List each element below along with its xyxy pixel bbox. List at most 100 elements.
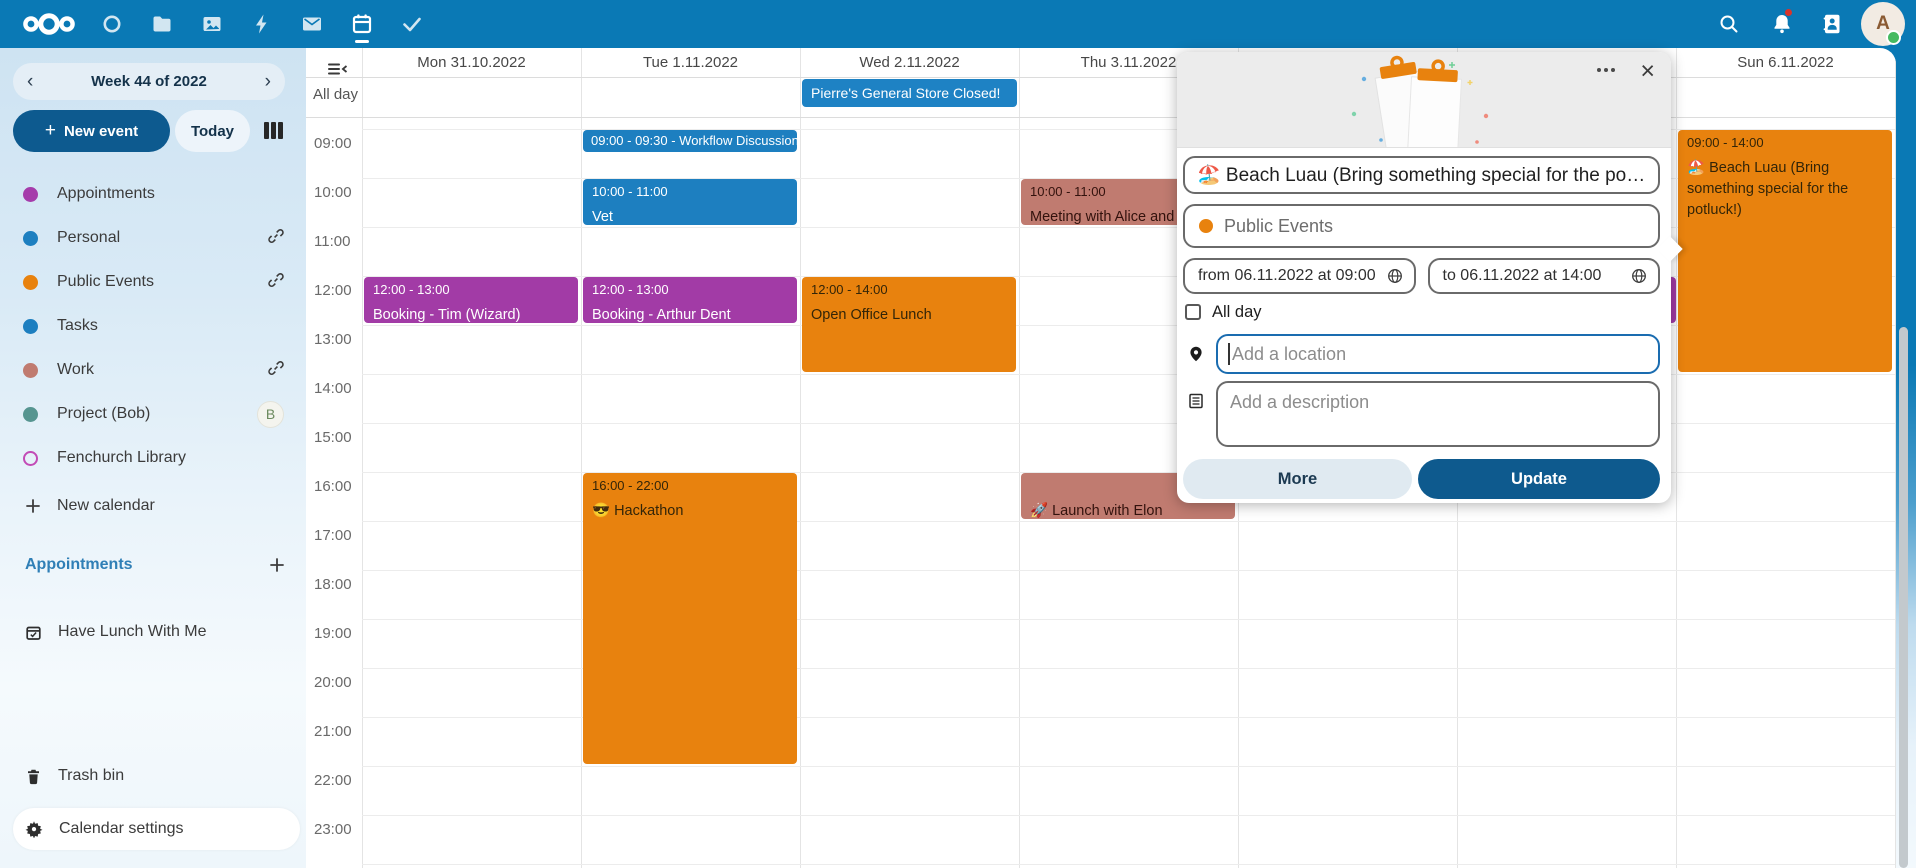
grid-column-border xyxy=(1895,48,1896,868)
new-event-button[interactable]: + New event xyxy=(13,110,170,152)
appointment-item[interactable]: Have Lunch With Me xyxy=(0,612,306,652)
calendar-picker-value: Public Events xyxy=(1224,216,1333,237)
grid-column-border xyxy=(800,48,801,868)
calendar-name: Personal xyxy=(57,229,262,247)
grid-column-border xyxy=(581,48,582,868)
app-icon-calendar[interactable] xyxy=(350,12,374,36)
allday-event[interactable]: Pierre's General Store Closed! xyxy=(802,79,1017,107)
hour-label: 11:00 xyxy=(314,233,350,250)
description-icon xyxy=(1188,393,1204,409)
plus-icon: + xyxy=(45,120,56,142)
event-time: 12:00 - 13:00 xyxy=(373,282,569,297)
hour-label: 10:00 xyxy=(314,184,352,201)
event-title: Vet xyxy=(592,207,788,225)
allday-checkbox[interactable] xyxy=(1185,304,1201,320)
sidebar: ‹ Week 44 of 2022 › + New event Today Ap… xyxy=(0,48,306,868)
app-icon-dashboard[interactable] xyxy=(100,12,124,36)
allday-checkbox-row[interactable]: All day xyxy=(1183,303,1660,321)
calendar-event[interactable]: 12:00 - 13:00 Booking - Arthur Dent xyxy=(583,277,797,323)
calendar-color-dot xyxy=(23,275,38,290)
end-date-picker[interactable]: to 06.11.2022 at 14:00 xyxy=(1428,258,1661,294)
hour-label: 13:00 xyxy=(314,331,352,348)
timezone-globe-icon[interactable] xyxy=(1387,268,1403,284)
calendar-list-item[interactable]: Fenchurch Library xyxy=(0,436,306,480)
share-link-icon[interactable] xyxy=(268,228,284,249)
description-input[interactable] xyxy=(1216,381,1660,447)
event-time: 09:00 - 14:00 xyxy=(1687,135,1883,150)
text-cursor xyxy=(1228,343,1230,365)
app-icon-activity[interactable] xyxy=(250,12,274,36)
hour-label: 22:00 xyxy=(314,772,352,789)
calendar-event[interactable]: 16:00 - 22:00😎 Hackathon xyxy=(583,473,797,764)
event-time: 12:00 - 13:00 xyxy=(592,282,788,297)
hour-label: 23:00 xyxy=(314,821,352,838)
location-input[interactable] xyxy=(1216,334,1660,374)
share-link-icon[interactable] xyxy=(268,360,284,381)
allday-row-label: All day xyxy=(313,86,358,103)
week-title: Week 44 of 2022 xyxy=(91,73,207,90)
today-button[interactable]: Today xyxy=(175,110,250,152)
event-title-input[interactable]: 🏖️ Beach Luau (Bring something special f… xyxy=(1183,156,1660,194)
event-time: 10:00 - 11:00 xyxy=(592,184,788,199)
hour-label: 17:00 xyxy=(314,527,352,544)
grid-column-border xyxy=(362,48,363,868)
add-appointment-config-icon[interactable] xyxy=(269,557,285,573)
calendar-event[interactable]: 09:00 - 09:30 - Workflow Discussion xyxy=(583,130,797,152)
event-time: 12:00 - 14:00 xyxy=(811,282,1007,297)
vertical-scrollbar[interactable] xyxy=(1899,327,1908,868)
calendar-event[interactable]: 09:00 - 14:00 🏖️ Beach Luau (Bring someth… xyxy=(1678,130,1892,372)
day-header: Tue 1.11.2022 xyxy=(581,48,800,77)
event-title: 😎 Hackathon xyxy=(592,501,788,522)
calendar-name: Project (Bob) xyxy=(57,405,251,423)
calendar-picker-select[interactable]: Public Events xyxy=(1183,204,1660,248)
calendar-list-item[interactable]: Project (Bob)B xyxy=(0,392,306,436)
event-title: Open Office Lunch xyxy=(811,305,1007,326)
calendar-name: Tasks xyxy=(57,317,284,335)
calendar-list-item[interactable]: Appointments xyxy=(0,172,306,216)
calendar-list-item[interactable]: Work xyxy=(0,348,306,392)
calendar-list-item[interactable]: Public Events xyxy=(0,260,306,304)
event-title: Booking - Arthur Dent xyxy=(592,305,788,323)
app-icon-tasks[interactable] xyxy=(400,12,424,36)
new-calendar-button[interactable]: New calendar xyxy=(0,486,306,526)
calendar-settings-button[interactable]: Calendar settings xyxy=(13,808,300,850)
calendar-list-item[interactable]: Personal xyxy=(0,216,306,260)
contacts-icon[interactable] xyxy=(1820,12,1844,36)
timezone-globe-icon[interactable] xyxy=(1631,268,1647,284)
app-icon-photos[interactable] xyxy=(200,12,224,36)
week-view-columns-icon[interactable] xyxy=(264,122,283,139)
calendar-color-dot xyxy=(23,407,38,422)
calendar-event[interactable]: 12:00 - 14:00 Open Office Lunch xyxy=(802,277,1016,372)
hour-label: 18:00 xyxy=(314,576,352,593)
nextcloud-logo-icon[interactable] xyxy=(20,10,78,43)
calendar-event[interactable]: 12:00 - 13:00Booking - Tim (Wizard) xyxy=(364,277,578,323)
calendar-color-dot xyxy=(23,363,38,378)
calendar-name: Fenchurch Library xyxy=(57,449,284,467)
calendar-name: Public Events xyxy=(57,273,262,291)
more-button[interactable]: More xyxy=(1183,459,1412,499)
next-week-button[interactable]: › xyxy=(265,72,271,91)
section-title: Appointments xyxy=(25,556,133,574)
hour-line xyxy=(362,766,1895,767)
hour-label: 19:00 xyxy=(314,625,352,642)
app-icon-files[interactable] xyxy=(150,12,174,36)
more-options-icon[interactable] xyxy=(1593,64,1619,76)
share-link-icon[interactable] xyxy=(268,272,284,293)
start-date-picker[interactable]: from 06.11.2022 at 09:00 xyxy=(1183,258,1416,294)
event-title: 🏖️ Beach Luau (Bring something special f… xyxy=(1687,158,1883,221)
app-icon-mail[interactable] xyxy=(300,12,324,36)
calendar-color-dot xyxy=(23,451,38,466)
close-icon[interactable]: × xyxy=(1636,54,1659,88)
trash-bin-item[interactable]: Trash bin xyxy=(0,756,306,796)
grid-column-border xyxy=(1676,48,1677,868)
hour-label: 21:00 xyxy=(314,723,352,740)
collapse-sidebar-icon[interactable] xyxy=(326,61,349,83)
search-icon[interactable] xyxy=(1717,12,1741,36)
gear-icon xyxy=(25,820,43,838)
hour-label: 20:00 xyxy=(314,674,352,691)
calendar-event[interactable]: 10:00 - 11:00 Vet xyxy=(583,179,797,225)
calendar-list-item[interactable]: Tasks xyxy=(0,304,306,348)
previous-week-button[interactable]: ‹ xyxy=(27,72,33,91)
update-button[interactable]: Update xyxy=(1418,459,1660,499)
hour-label: 14:00 xyxy=(314,380,352,397)
